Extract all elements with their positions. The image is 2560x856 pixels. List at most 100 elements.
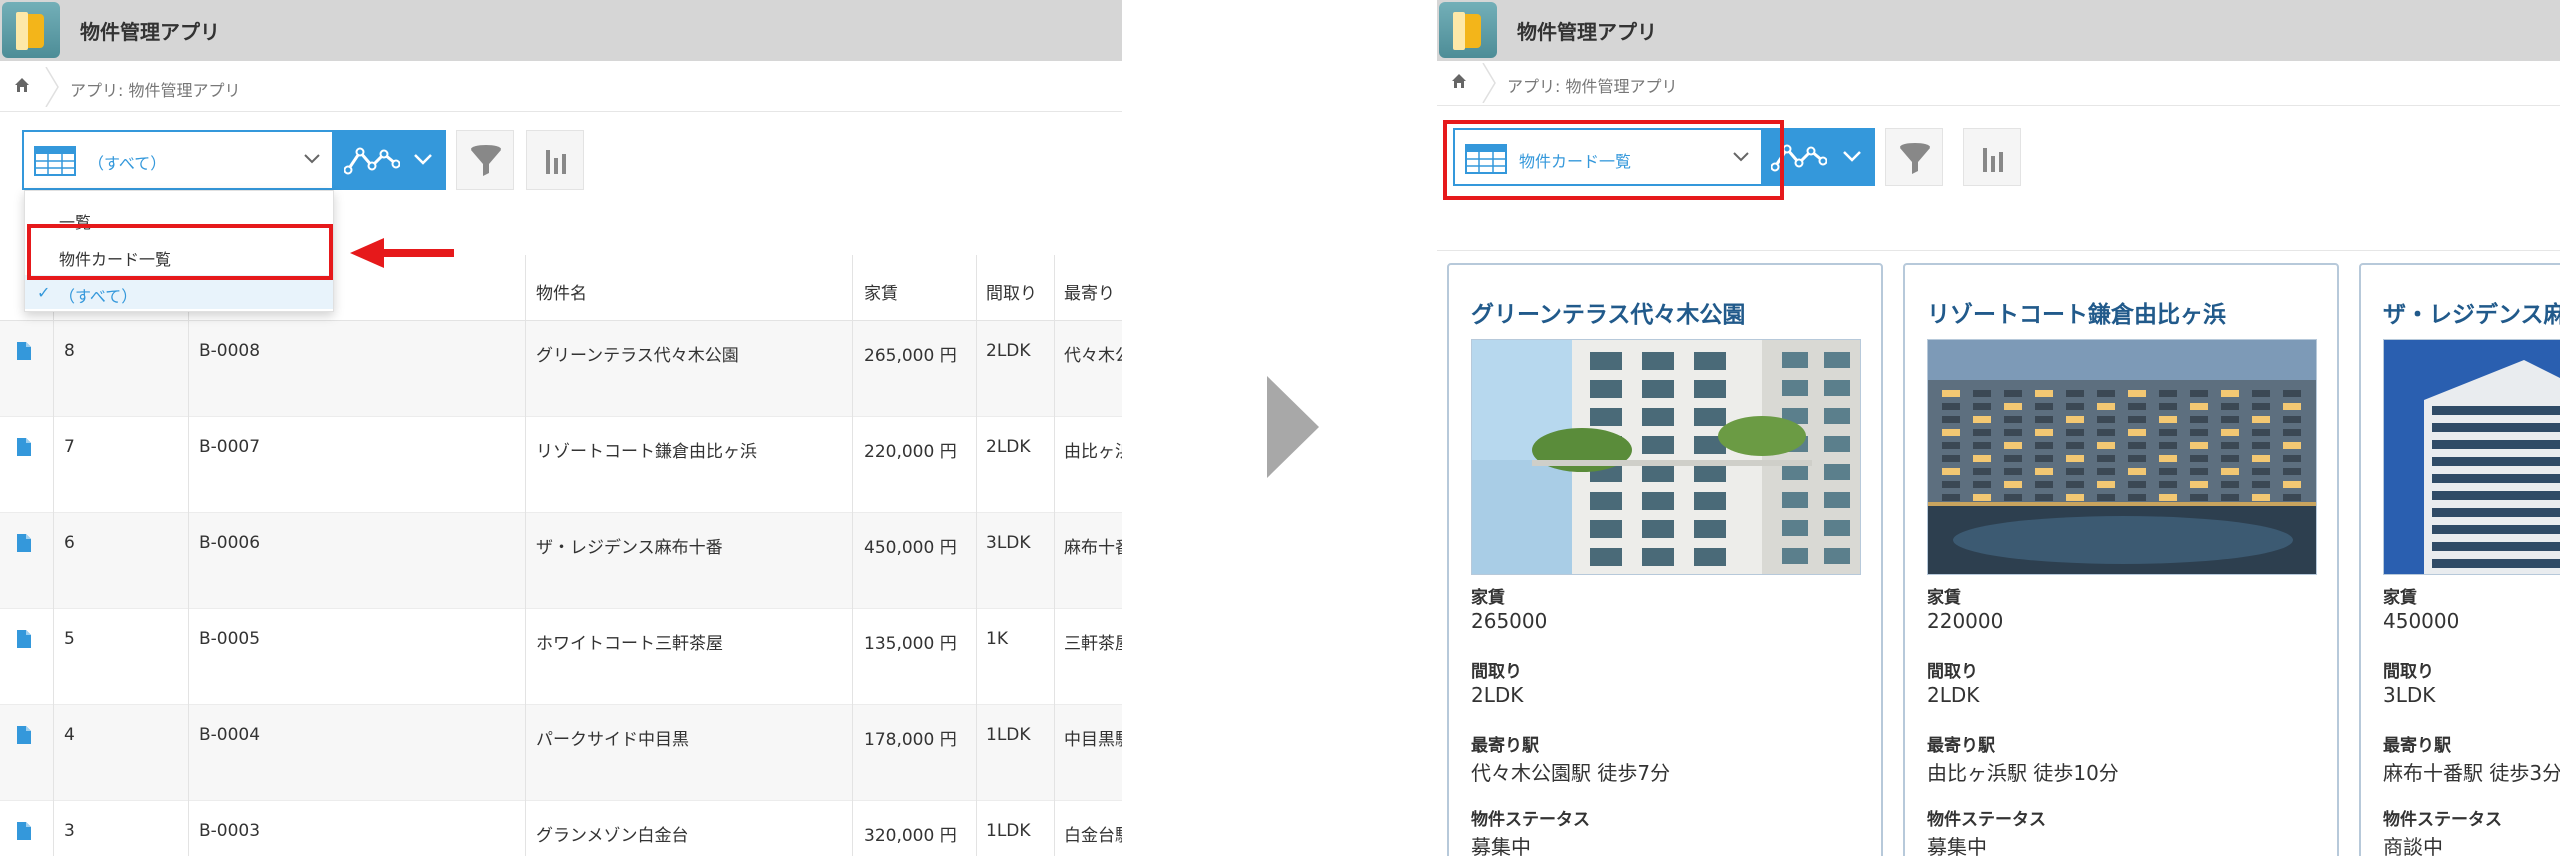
field-value-station: 麻布十番駅 徒歩3分 bbox=[2383, 761, 2560, 785]
record-number-cell: 3 bbox=[64, 821, 75, 841]
graph-menu-button[interactable] bbox=[334, 130, 446, 190]
record-detail-icon[interactable] bbox=[16, 437, 32, 457]
station-cell: 麻布十番 bbox=[1064, 538, 1122, 558]
rent-cell: 320,000 円 bbox=[864, 826, 957, 846]
field-value-station: 代々木公園駅 徒歩7分 bbox=[1471, 761, 1671, 785]
field-value-layout: 3LDK bbox=[2383, 683, 2436, 707]
property-name-cell: ホワイトコート三軒茶屋 bbox=[536, 634, 723, 654]
record-detail-icon[interactable] bbox=[16, 533, 32, 553]
field-value-status: 募集中 bbox=[1927, 835, 1987, 856]
layout-cell: 1LDK bbox=[986, 821, 1031, 841]
field-value-layout: 2LDK bbox=[1471, 683, 1524, 707]
card-title[interactable]: ザ・レジデンス麻布十番 bbox=[2383, 295, 2560, 329]
field-label-layout: 間取り bbox=[1927, 662, 1978, 682]
card-title[interactable]: グリーンテラス代々木公園 bbox=[1471, 295, 1745, 329]
app-header: 物件管理アプリ bbox=[0, 0, 1122, 61]
property-card[interactable]: ザ・レジデンス麻布十番家賃450000 間取り3LDK 最寄り駅麻布十番駅 徒歩3分… bbox=[2359, 263, 2560, 856]
record-detail-icon[interactable] bbox=[16, 629, 32, 649]
station-cell: 由比ヶ浜 bbox=[1064, 442, 1122, 462]
breadcrumb-app-link[interactable]: アプリ: 物件管理アプリ bbox=[70, 77, 240, 101]
field-value-status: 募集中 bbox=[1471, 835, 1531, 856]
card-view-panel: 物件管理アプリ アプリ: 物件管理アプリ 物件カード一覧 グリーンテラス代々木公… bbox=[1437, 0, 2560, 856]
card-list: グリーンテラス代々木公園 家賃 265000 間取り 2LDK 最寄り駅 代々木公園駅 徒歩… bbox=[1437, 263, 2560, 856]
record-detail-icon[interactable] bbox=[16, 725, 32, 745]
column-divider bbox=[525, 255, 526, 856]
field-value-rent: 450000 bbox=[2383, 609, 2460, 633]
view-select[interactable]: （すべて） bbox=[22, 130, 334, 190]
station-cell: 代々木公 bbox=[1064, 346, 1122, 366]
property-name-cell: グランメゾン白金台 bbox=[536, 826, 689, 846]
view-toolbar: （すべて） bbox=[0, 130, 1122, 190]
column-divider bbox=[188, 255, 189, 856]
view-select-label: （すべて） bbox=[88, 154, 167, 173]
field-label-status: 物件ステータス bbox=[1471, 810, 1590, 830]
rent-cell: 220,000 円 bbox=[864, 442, 957, 462]
layout-cell: 3LDK bbox=[986, 533, 1031, 553]
table-row[interactable]: 7 B-0007 リゾートコート鎌倉由比ヶ浜 220,000 円 2LDK 由比ヶ浜 bbox=[0, 417, 1122, 513]
app-book-icon[interactable] bbox=[2, 2, 60, 58]
table-row[interactable]: 4 B-0004 パークサイド中目黒 178,000 円 1LDK 中目黒駅 bbox=[0, 705, 1122, 801]
breadcrumb-app-link[interactable]: アプリ: 物件管理アプリ bbox=[1507, 73, 1677, 97]
column-header-layout[interactable]: 間取り bbox=[986, 279, 1037, 304]
graph-button[interactable] bbox=[526, 130, 584, 190]
property-name-cell: ザ・レジデンス麻布十番 bbox=[536, 538, 723, 558]
breadcrumb-separator-icon bbox=[45, 67, 59, 107]
home-icon[interactable] bbox=[0, 61, 44, 111]
field-value-rent: 220000 bbox=[1927, 609, 2004, 633]
table-row[interactable]: 6 B-0006 ザ・レジデンス麻布十番 450,000 円 3LDK 麻布十番 bbox=[0, 513, 1122, 609]
record-code-cell: B-0008 bbox=[199, 341, 261, 361]
bar-chart-icon bbox=[546, 150, 566, 174]
record-code-cell: B-0007 bbox=[199, 437, 261, 457]
app-book-icon[interactable] bbox=[1439, 2, 1497, 58]
column-header-rent[interactable]: 家賃 bbox=[864, 279, 898, 304]
rent-cell: 135,000 円 bbox=[864, 634, 957, 654]
dropdown-option-label: （すべて） bbox=[59, 287, 138, 306]
filter-button[interactable] bbox=[1885, 128, 1943, 186]
column-header-station[interactable]: 最寄り bbox=[1064, 279, 1115, 304]
field-label-status: 物件ステータス bbox=[1927, 810, 2046, 830]
column-divider bbox=[852, 255, 853, 856]
table-row[interactable]: 8 B-0008 グリーンテラス代々木公園 265,000 円 2LDK 代々木公 bbox=[0, 321, 1122, 417]
property-card[interactable]: グリーンテラス代々木公園 家賃 265000 間取り 2LDK 最寄り駅 代々木公園駅 徒歩… bbox=[1447, 263, 1883, 856]
column-header-name[interactable]: 物件名 bbox=[536, 279, 587, 304]
record-number-cell: 4 bbox=[64, 725, 75, 745]
field-label-station: 最寄り駅 bbox=[2383, 736, 2451, 756]
home-icon[interactable] bbox=[1437, 57, 1481, 107]
card-title[interactable]: リゾートコート鎌倉由比ヶ浜 bbox=[1927, 295, 2226, 329]
divider bbox=[1437, 250, 2560, 251]
field-label-station: 最寄り駅 bbox=[1927, 736, 1995, 756]
dropdown-option-all[interactable]: ✓ （すべて） bbox=[25, 275, 333, 309]
filter-button[interactable] bbox=[456, 130, 514, 190]
app-title: 物件管理アプリ bbox=[80, 20, 220, 44]
highlight-box bbox=[1443, 120, 1784, 200]
table-view-icon bbox=[34, 146, 76, 176]
graph-button[interactable] bbox=[1963, 128, 2021, 186]
property-name-cell: リゾートコート鎌倉由比ヶ浜 bbox=[536, 442, 757, 462]
station-cell: 三軒茶屋 bbox=[1064, 634, 1122, 654]
layout-cell: 2LDK bbox=[986, 341, 1031, 361]
bar-chart-icon bbox=[1983, 148, 2003, 172]
field-label-layout: 間取り bbox=[1471, 662, 1522, 682]
field-label-layout: 間取り bbox=[2383, 662, 2434, 682]
record-code-cell: B-0006 bbox=[199, 533, 261, 553]
layout-cell: 1K bbox=[986, 629, 1008, 649]
property-card[interactable]: リゾートコート鎌倉由比ヶ浜 家賃 220000 間取り 2LDK 最寄り駅 由比ヶ浜駅 徒歩… bbox=[1903, 263, 2339, 856]
record-detail-icon[interactable] bbox=[16, 341, 32, 361]
table-row[interactable]: 3 B-0003 グランメゾン白金台 320,000 円 1LDK 白金台駅 bbox=[0, 801, 1122, 856]
layout-cell: 1LDK bbox=[986, 725, 1031, 745]
field-label-rent: 家賃 bbox=[2383, 588, 2417, 608]
property-photo bbox=[2383, 339, 2560, 575]
table-row[interactable]: 5 B-0005 ホワイトコート三軒茶屋 135,000 円 1K 三軒茶屋 bbox=[0, 609, 1122, 705]
field-value-status: 商談中 bbox=[2383, 835, 2443, 856]
record-number-cell: 8 bbox=[64, 341, 75, 361]
record-detail-icon[interactable] bbox=[16, 821, 32, 841]
chevron-down-icon bbox=[414, 154, 432, 165]
rent-cell: 450,000 円 bbox=[864, 538, 957, 558]
field-label-rent: 家賃 bbox=[1927, 588, 1961, 608]
column-divider bbox=[53, 255, 54, 856]
property-photo bbox=[1471, 339, 1861, 575]
field-label-rent: 家賃 bbox=[1471, 588, 1505, 608]
app-title: 物件管理アプリ bbox=[1517, 20, 1657, 44]
record-code-cell: B-0003 bbox=[199, 821, 261, 841]
record-number-cell: 6 bbox=[64, 533, 75, 553]
